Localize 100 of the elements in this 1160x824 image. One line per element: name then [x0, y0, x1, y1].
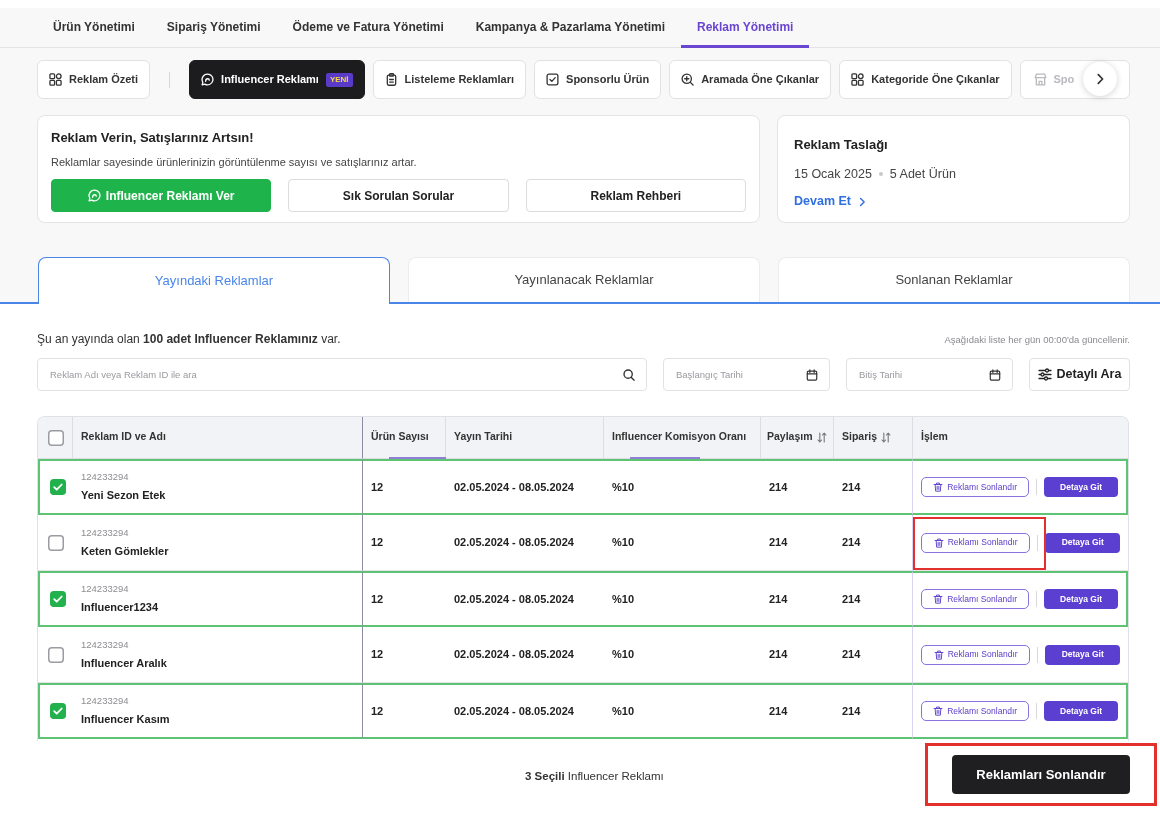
selection-count: 3 Seçili Influencer Reklamı [525, 769, 665, 784]
table-cell: 02.05.2024 - 08.05.2024 [446, 683, 604, 739]
ad-type-chip[interactable]: Kategoride Öne Çıkanlar [839, 60, 1012, 99]
end-ad-button[interactable]: Reklamı Sonlandır [921, 701, 1030, 721]
table-cell: 214 [834, 683, 913, 739]
promo-title: Reklam Verin, Satışlarınız Artsın! [51, 129, 255, 147]
dot-icon [878, 171, 883, 176]
table-cell: %10 [604, 571, 761, 627]
end-ad-button[interactable]: Reklamı Sonlandır [921, 532, 1031, 553]
ad-type-chip[interactable]: Sponsorlu Ürün [534, 60, 662, 99]
new-badge: YENİ [325, 72, 353, 87]
ad-id: 124233294 [81, 582, 130, 597]
ad-id: 124233294 [81, 470, 130, 485]
table-cell: 214 [834, 627, 913, 683]
draft-date: 15 Ocak 2025 [794, 165, 872, 183]
draft-count: 5 Adet Ürün [889, 165, 956, 183]
table-cell: 02.05.2024 - 08.05.2024 [446, 571, 604, 627]
ad-type-chip[interactable]: Reklam Özeti [37, 60, 151, 99]
table-cell: 214 [761, 571, 834, 627]
column-title: Yayın Tarihi [454, 430, 513, 443]
table-cell: 12 [363, 459, 446, 515]
table-cell: 02.05.2024 - 08.05.2024 [446, 459, 604, 515]
row-checkbox[interactable] [50, 591, 66, 607]
table-cell: %10 [604, 683, 761, 739]
ad-name: Keten Gömlekler [81, 543, 170, 559]
promo-text: Reklamlar sayesinde ürünlerinizin görüntülenme sayısı ve satışlarınız artar. [51, 154, 418, 170]
end-ad-button[interactable]: Reklamı Sonlandır [921, 477, 1030, 497]
sliders-icon [1037, 368, 1052, 381]
ad-name: Influencer Aralık [81, 655, 168, 671]
search-field[interactable]: Reklam Adı veya Reklam ID ile ara [37, 358, 647, 391]
summary-text: Şu an yayında olan 100 adet Influencer Reklamınız var. [37, 331, 341, 348]
column-title: İşlem [921, 430, 948, 443]
check-square-icon [546, 73, 560, 86]
trash-icon [933, 706, 944, 716]
table-cell: %10 [604, 459, 761, 515]
trash-icon [933, 594, 944, 604]
table-cell: 214 [834, 515, 913, 571]
secondary-button[interactable]: Sık Sorulan Sorular [288, 179, 509, 212]
row-checkbox[interactable] [50, 703, 66, 719]
ad-type-chip[interactable]: Influencer Reklamı YENİ [189, 60, 365, 99]
column-title: Reklam ID ve Adı [81, 430, 166, 443]
grid-icon [851, 73, 865, 86]
end-ad-button[interactable]: Reklamı Sonlandır [921, 644, 1031, 665]
ad-type-chip[interactable]: Listeleme Reklamları [372, 60, 527, 99]
clipboard-icon [384, 73, 398, 86]
continue-link[interactable]: Devam Et [794, 192, 867, 211]
nav-tab[interactable]: Kampanya & Pazarlama Yönetimi [459, 8, 681, 48]
column-title: Ürün Sayısı [371, 430, 429, 443]
nav-tab[interactable]: Ürün Yönetimi [37, 8, 151, 48]
date-field[interactable]: Başlangıç Tarihi [663, 358, 830, 391]
ad-id: 124233294 [81, 525, 130, 540]
nav-tab[interactable]: Reklam Yönetimi [680, 8, 810, 48]
table-cell: 12 [363, 683, 446, 739]
column-title: Influencer Komisyon Oranı [612, 430, 747, 443]
table-cell: 214 [761, 459, 834, 515]
calendar-icon [989, 368, 1001, 381]
date-field[interactable]: Bitiş Tarihi [846, 358, 1013, 391]
select-all-checkbox[interactable] [48, 429, 64, 446]
end-ad-button[interactable]: Reklamı Sonlandır [921, 589, 1030, 609]
draft-title: Reklam Taslağı [794, 136, 889, 154]
row-checkbox[interactable] [48, 534, 64, 551]
content-tab[interactable]: Yayındaki Reklamlar [38, 257, 390, 304]
row-checkbox[interactable] [48, 646, 64, 663]
sort-icon [816, 432, 827, 444]
row-checkbox[interactable] [50, 479, 66, 495]
trash-icon [933, 649, 944, 660]
content-tab[interactable]: Sonlanan Reklamlar [778, 257, 1130, 302]
update-note: Aşağıdaki liste her gün 00:00'da güncellenir. [944, 333, 1130, 347]
table-cell: 12 [363, 571, 446, 627]
content-tab[interactable]: Yayınlanacak Reklamlar [408, 257, 760, 302]
nav-tab[interactable]: Ödeme ve Fatura Yönetimi [276, 8, 460, 48]
ad-id: 124233294 [81, 637, 130, 652]
grid-icon [49, 73, 62, 86]
store-icon [1033, 73, 1047, 86]
ad-name: Influencer1234 [81, 600, 160, 616]
ad-type-chip[interactable]: Aramada Öne Çıkanlar [669, 60, 832, 99]
column-title: Paylaşım [767, 430, 813, 443]
zoom-in-icon [681, 73, 695, 86]
search-icon [623, 368, 635, 381]
nav-tab[interactable]: Sipariş Yönetimi [150, 8, 277, 48]
column-title: Sipariş [842, 430, 878, 443]
end-selected-button[interactable]: Reklamları Sonlandır [952, 755, 1130, 794]
detail-button[interactable]: Detaya Git [1044, 701, 1118, 721]
detail-button[interactable]: Detaya Git [1044, 477, 1118, 497]
trash-icon [933, 482, 944, 492]
chat-bubble-icon [201, 73, 215, 86]
trash-icon [933, 537, 944, 548]
secondary-button[interactable]: Reklam Rehberi [525, 179, 746, 212]
detail-button[interactable]: Detaya Git [1044, 589, 1118, 609]
ad-id: 124233294 [81, 694, 130, 709]
chat-bubble-icon [87, 189, 101, 202]
calendar-icon [806, 368, 818, 381]
table-cell: 214 [834, 459, 913, 515]
ad-name: Yeni Sezon Etek [81, 488, 167, 504]
chevron-right-icon [1094, 73, 1106, 85]
chevron-right-icon [857, 196, 867, 207]
detail-button[interactable]: Detaya Git [1045, 532, 1120, 553]
detail-button[interactable]: Detaya Git [1045, 644, 1120, 665]
table-cell: 214 [834, 571, 913, 627]
advanced-search-button[interactable]: Detaylı Ara [1029, 358, 1130, 391]
